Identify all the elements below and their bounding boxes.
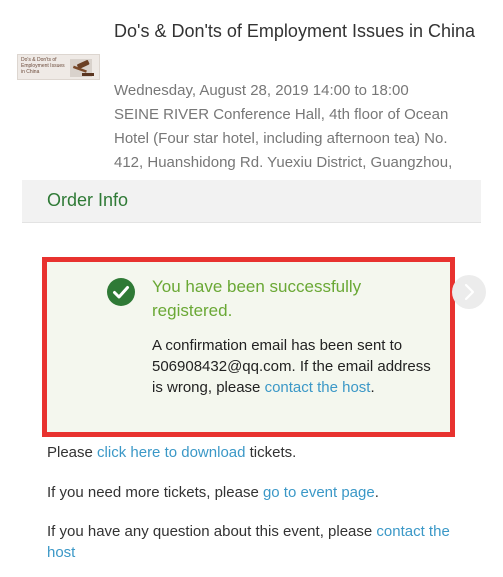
download-prefix: Please	[47, 444, 93, 461]
more-tickets-suffix: .	[374, 484, 379, 501]
event-thumbnail[interactable]: Do's & Don'ts of Employment Issues in Ch…	[17, 54, 100, 80]
chevron-right-icon	[464, 283, 475, 301]
more-tickets-prefix: If you need more tickets, please	[47, 484, 259, 501]
event-thumbnail-text: Do's & Don'ts of Employment Issues in Ch…	[21, 57, 65, 75]
next-button[interactable]	[452, 275, 486, 309]
question-prefix: If you have any question about this even…	[47, 523, 373, 540]
order-info-title: Order Info	[47, 190, 129, 210]
event-location-line: 412, Huanshidong Rd. Yuexiu District, Gu…	[114, 154, 453, 171]
check-circle-icon	[107, 278, 135, 306]
event-title: Do's & Don'ts of Employment Issues in Ch…	[114, 21, 476, 41]
contact-host-link[interactable]: contact the host	[265, 379, 371, 396]
event-details: Wednesday, August 28, 2019 14:00 to 18:0…	[114, 79, 494, 175]
order-info-header: Order Info	[22, 180, 481, 223]
event-header: Do's & Don'ts of Employment Issues in Ch…	[0, 0, 503, 178]
more-tickets-line: If you need more tickets, please go to e…	[47, 482, 379, 503]
confirmation-message: A confirmation email has been sent to 50…	[152, 335, 442, 398]
confirmation-period: .	[370, 379, 375, 396]
download-suffix: tickets.	[249, 444, 297, 461]
registration-success-panel: You have been successfully registered. A…	[42, 257, 455, 437]
download-tickets-link[interactable]: click here to download	[97, 444, 245, 461]
question-line: If you have any question about this even…	[47, 521, 467, 563]
event-location-line: SEINE RIVER Conference Hall, 4th floor o…	[114, 106, 449, 123]
event-location-line: Hotel (Four star hotel, including aftern…	[114, 130, 448, 147]
success-message: You have been successfully registered.	[152, 277, 362, 320]
event-datetime: Wednesday, August 28, 2019 14:00 to 18:0…	[114, 82, 409, 99]
event-page-link[interactable]: go to event page	[263, 484, 375, 501]
gavel-icon	[70, 59, 94, 77]
download-tickets-line: Please click here to download tickets.	[47, 442, 296, 463]
